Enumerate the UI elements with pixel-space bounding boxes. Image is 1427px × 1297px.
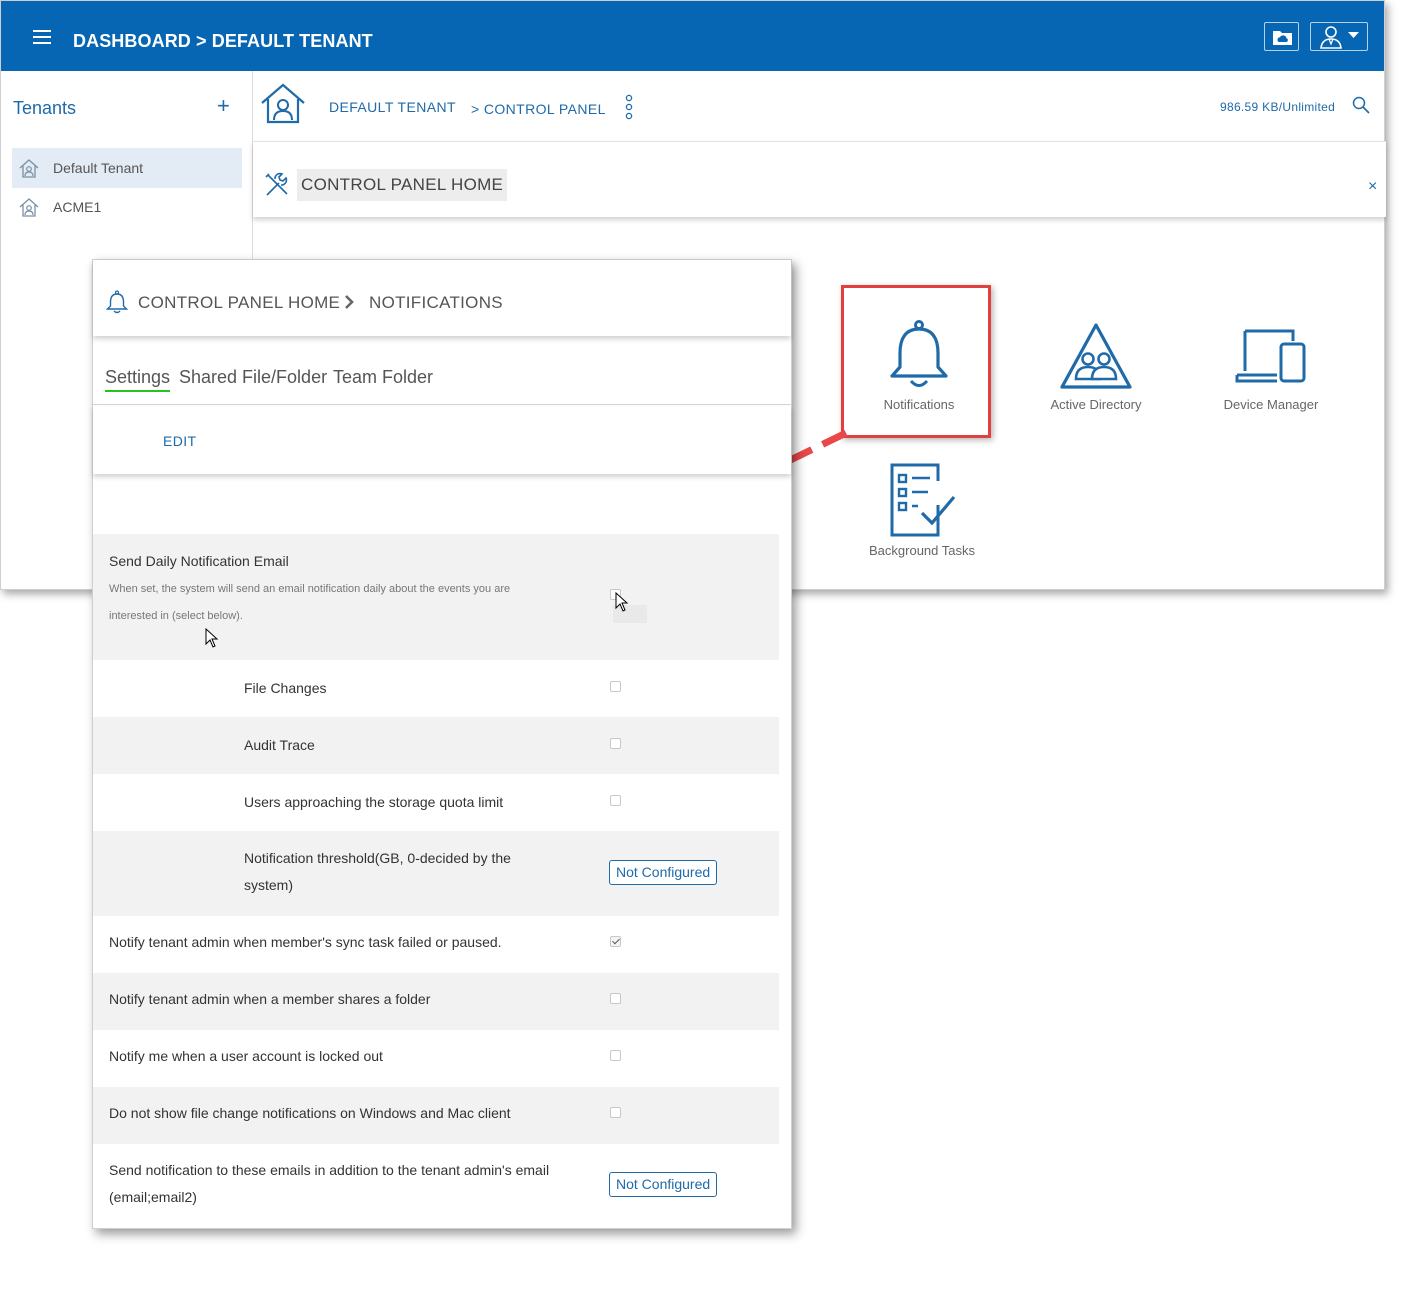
edit-toolbar: EDIT — [93, 406, 791, 474]
setting-row-member-shares-folder: Notify tenant admin when a member shares… — [93, 973, 779, 1030]
account-locked-checkbox[interactable] — [610, 1050, 621, 1061]
setting-description: When set, the system will send an email … — [109, 583, 511, 595]
user-menu-button[interactable] — [1310, 22, 1368, 51]
threshold-not-configured-button[interactable]: Not Configured — [609, 860, 718, 885]
setting-row-additional-emails: Send notification to these emails in add… — [93, 1144, 779, 1229]
setting-label: Users approaching the storage quota limi… — [244, 794, 504, 810]
setting-label: Do not show file change notifications on… — [109, 1105, 511, 1121]
page-title: DASHBOARD > DEFAULT TENANT — [73, 31, 373, 51]
member-shares-folder-checkbox[interactable] — [610, 993, 621, 1004]
additional-emails-not-configured-button[interactable]: Not Configured — [609, 1172, 718, 1197]
setting-label: File Changes — [244, 680, 327, 696]
tile-device-manager[interactable]: Device Manager — [1196, 319, 1346, 412]
setting-label: Audit Trace — [244, 737, 315, 753]
notifications-highlight-box — [841, 285, 991, 438]
setting-row-daily-email: Send Daily Notification Email When set, … — [93, 534, 779, 660]
tab-settings[interactable]: Settings — [105, 367, 171, 392]
setting-label: (email;email2) — [109, 1189, 197, 1205]
tenant-home-icon — [19, 198, 39, 217]
setting-row-account-locked: Notify me when a user account is locked … — [93, 1030, 779, 1087]
setting-label: Send Daily Notification Email — [109, 553, 289, 569]
tile-active-directory[interactable]: Active Directory — [1021, 319, 1171, 412]
hide-client-notifications-checkbox[interactable] — [610, 1107, 621, 1118]
control-panel-home-label: CONTROL PANEL HOME — [297, 169, 508, 201]
cloud-folder-button[interactable] — [1264, 22, 1299, 51]
audit-trace-checkbox[interactable] — [610, 738, 621, 749]
breadcrumb-notifications: NOTIFICATIONS — [369, 293, 503, 312]
active-directory-icon — [1060, 323, 1132, 389]
close-icon[interactable]: × — [1368, 178, 1377, 196]
tools-icon — [265, 172, 288, 196]
setting-label: Send notification to these emails in add… — [109, 1162, 550, 1178]
file-changes-checkbox[interactable] — [610, 681, 621, 692]
breadcrumb-control-panel-home[interactable]: CONTROL PANEL HOME — [138, 293, 340, 313]
more-options-icon[interactable] — [624, 94, 634, 120]
setting-row-storage-quota: Users approaching the storage quota limi… — [93, 774, 779, 831]
breadcrumb-tenant-link[interactable]: DEFAULT TENANT — [329, 99, 456, 115]
setting-row-sync-task-failed: Notify tenant admin when member's sync t… — [93, 916, 779, 973]
search-icon[interactable] — [1352, 96, 1370, 114]
setting-row-audit-trace: Audit Trace — [93, 717, 779, 774]
setting-label: Notify tenant admin when a member shares… — [109, 991, 431, 1007]
setting-label: Notify me when a user account is locked … — [109, 1048, 383, 1064]
tenant-home-icon — [19, 159, 39, 178]
storage-quota-text: 986.59 KB/Unlimited — [1220, 100, 1336, 114]
menu-icon[interactable] — [33, 30, 51, 46]
setting-label: system) — [244, 877, 293, 893]
device-manager-icon — [1235, 329, 1306, 383]
bell-icon — [106, 290, 128, 314]
top-bar: DASHBOARD > DEFAULT TENANT — [1, 1, 1384, 71]
add-tenant-button[interactable]: + — [217, 93, 230, 119]
breadcrumb-control-panel-link[interactable]: > CONTROL PANEL — [471, 101, 606, 117]
user-icon — [1320, 26, 1359, 49]
setting-row-file-changes: File Changes — [93, 660, 779, 717]
notifications-panel: CONTROL PANEL HOME NOTIFICATIONS Setting… — [92, 259, 792, 1229]
sidebar-item-label: Default Tenant — [53, 160, 144, 176]
panel-breadcrumb-bar: CONTROL PANEL HOME NOTIFICATIONS — [93, 260, 791, 336]
screenshot-stage: DASHBOARD > DEFAULT TENANT Tenants + Def… — [0, 0, 1427, 1297]
mouse-cursor-icon — [615, 592, 629, 612]
setting-row-notification-threshold: Notification threshold(GB, 0-decided by … — [93, 831, 779, 916]
tile-label: Device Manager — [1223, 397, 1319, 412]
tenant-home-icon — [261, 83, 305, 124]
sidebar-title: Tenants — [13, 98, 77, 118]
tile-background-tasks[interactable]: Background Tasks — [847, 461, 997, 558]
tab-team-folder[interactable]: Team Folder — [333, 367, 433, 388]
tile-label: Background Tasks — [869, 543, 975, 558]
cloud-folder-icon — [1273, 31, 1292, 45]
sidebar-item-acme1[interactable]: ACME1 — [12, 187, 242, 227]
setting-label: Notify tenant admin when member's sync t… — [109, 934, 502, 950]
setting-description: interested in (select below). — [109, 610, 243, 622]
sync-task-failed-checkbox[interactable] — [610, 936, 621, 947]
chevron-right-icon — [345, 295, 354, 309]
sidebar-item-label: ACME1 — [53, 199, 102, 215]
mouse-cursor-icon — [205, 628, 219, 648]
setting-row-hide-client-notifications: Do not show file change notifications on… — [93, 1087, 779, 1144]
tab-shared-file-folder[interactable]: Shared File/Folder — [179, 367, 327, 388]
checklist-icon — [890, 463, 956, 537]
tile-label: Active Directory — [1050, 397, 1142, 412]
edit-button[interactable]: EDIT — [163, 433, 197, 449]
storage-quota-checkbox[interactable] — [610, 795, 621, 806]
setting-label: Notification threshold(GB, 0-decided by … — [244, 850, 511, 866]
control-panel-header: CONTROL PANEL HOME × — [253, 141, 1386, 217]
sidebar-item-default-tenant[interactable]: Default Tenant — [12, 148, 242, 188]
settings-tabs: Settings Shared File/Folder Team Folder — [93, 356, 791, 405]
